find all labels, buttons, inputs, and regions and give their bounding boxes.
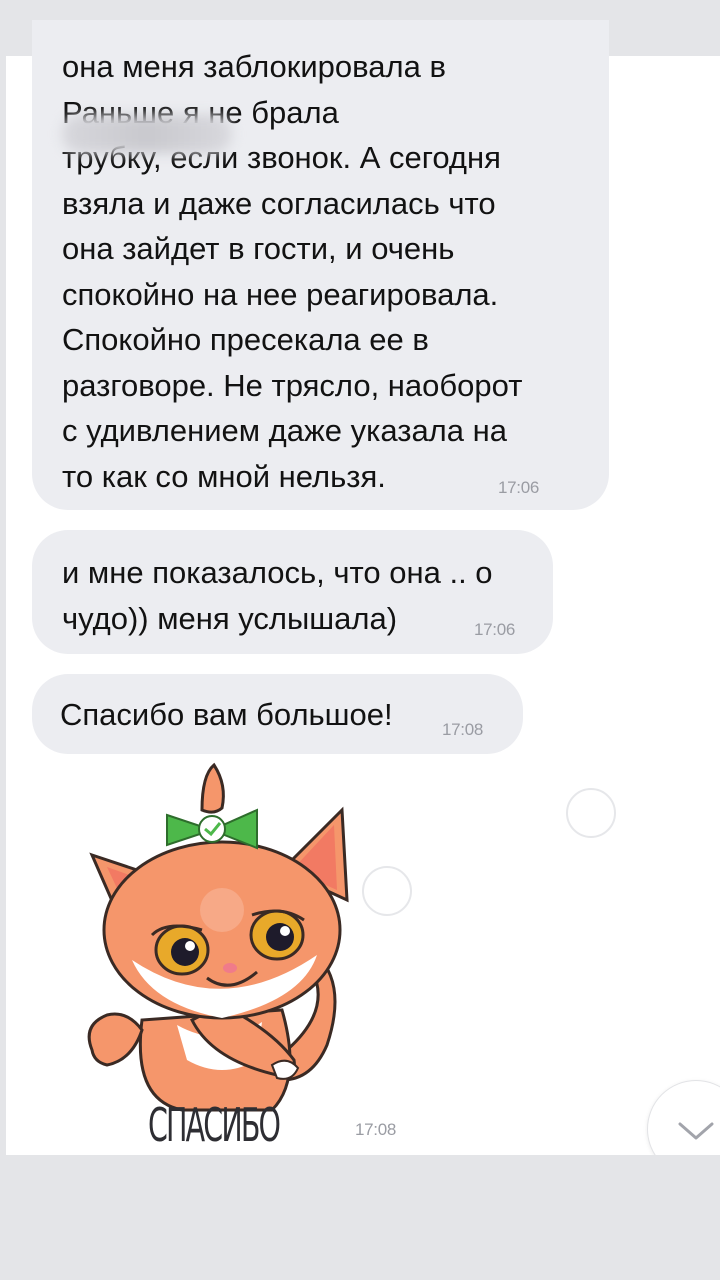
message-text: и мне показалось, что она .. о чудо)) ме… [62, 555, 493, 636]
message-bubble[interactable]: она меня заблокировала в Раньше я не бра… [32, 20, 609, 510]
sticker-time: 17:08 [355, 1120, 397, 1139]
sticker-caption: СПАСИБО [148, 1098, 281, 1152]
message-time: 17:06 [474, 620, 516, 639]
redacted-text [62, 115, 232, 153]
chat-panel-right [609, 56, 720, 1155]
chevron-down-icon [678, 1122, 714, 1140]
bottom-margin [0, 1155, 720, 1280]
reaction-circle[interactable] [566, 788, 616, 838]
message-bubble[interactable]: Спасибо вам большое! [32, 674, 523, 754]
message-text: она меня заблокировала в Раньше я не бра… [62, 49, 523, 494]
message-time: 17:06 [498, 478, 540, 497]
message-time: 17:08 [442, 720, 484, 739]
message-text: Спасибо вам большое! [60, 697, 393, 732]
